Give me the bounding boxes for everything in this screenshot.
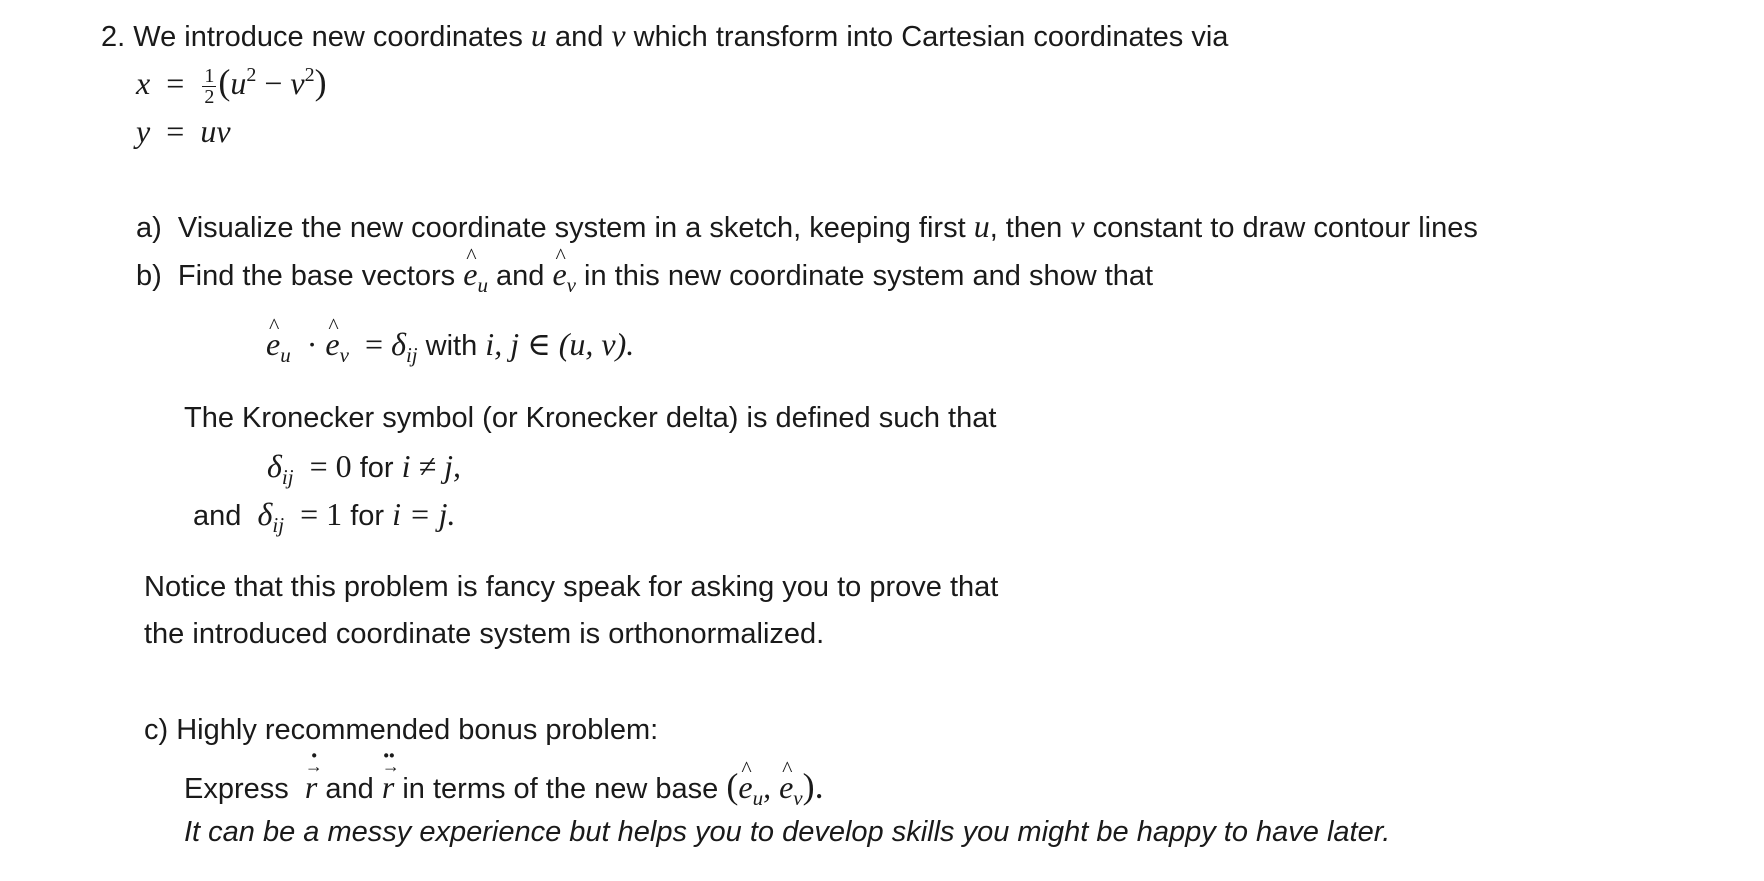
part-c-express: Express r and r in terms of the new base…: [184, 743, 824, 809]
var-u: u: [530, 17, 547, 53]
part-c-note: It can be a messy experience but helps y…: [184, 816, 1391, 848]
kronecker-intro: The Kronecker symbol (or Kronecker delta…: [184, 402, 997, 434]
orthonormality-equation: eu ·ev =δij with i, j∈(u, v).: [266, 315, 634, 366]
equation-y: y = uv: [136, 113, 231, 149]
kronecker-line-one: and δij = 1 for i = j.: [193, 496, 456, 537]
unit-vector-e-v: e: [552, 245, 566, 290]
part-b: b) Find the base vectors eu and ev in th…: [136, 245, 1153, 296]
part-a-label: a): [136, 212, 162, 244]
problem-number: 2.: [101, 21, 126, 53]
kronecker-line-zero: δij = 0 for i ≠ j,: [267, 448, 461, 489]
var-v: v: [611, 17, 626, 53]
unit-vector-e-u: e: [463, 245, 477, 290]
r-dot-vector: r: [305, 743, 324, 803]
part-c-label: c): [144, 714, 169, 746]
r-double-dot-vector: r: [382, 743, 401, 803]
notice-line-2: the introduced coordinate system is orth…: [144, 618, 825, 650]
problem-intro: 2. We introduce new coordinates u and v …: [101, 17, 1229, 53]
equation-x: x = 1 2 (u2− v2): [136, 62, 327, 108]
part-b-label: b): [136, 260, 162, 292]
notice-line-1: Notice that this problem is fancy speak …: [144, 571, 999, 603]
part-a: a) Visualize the new coordinate system i…: [136, 208, 1478, 244]
part-c-title: c) Highly recommended bonus problem:: [144, 714, 659, 746]
fraction-one-half: 1 2: [202, 64, 217, 108]
